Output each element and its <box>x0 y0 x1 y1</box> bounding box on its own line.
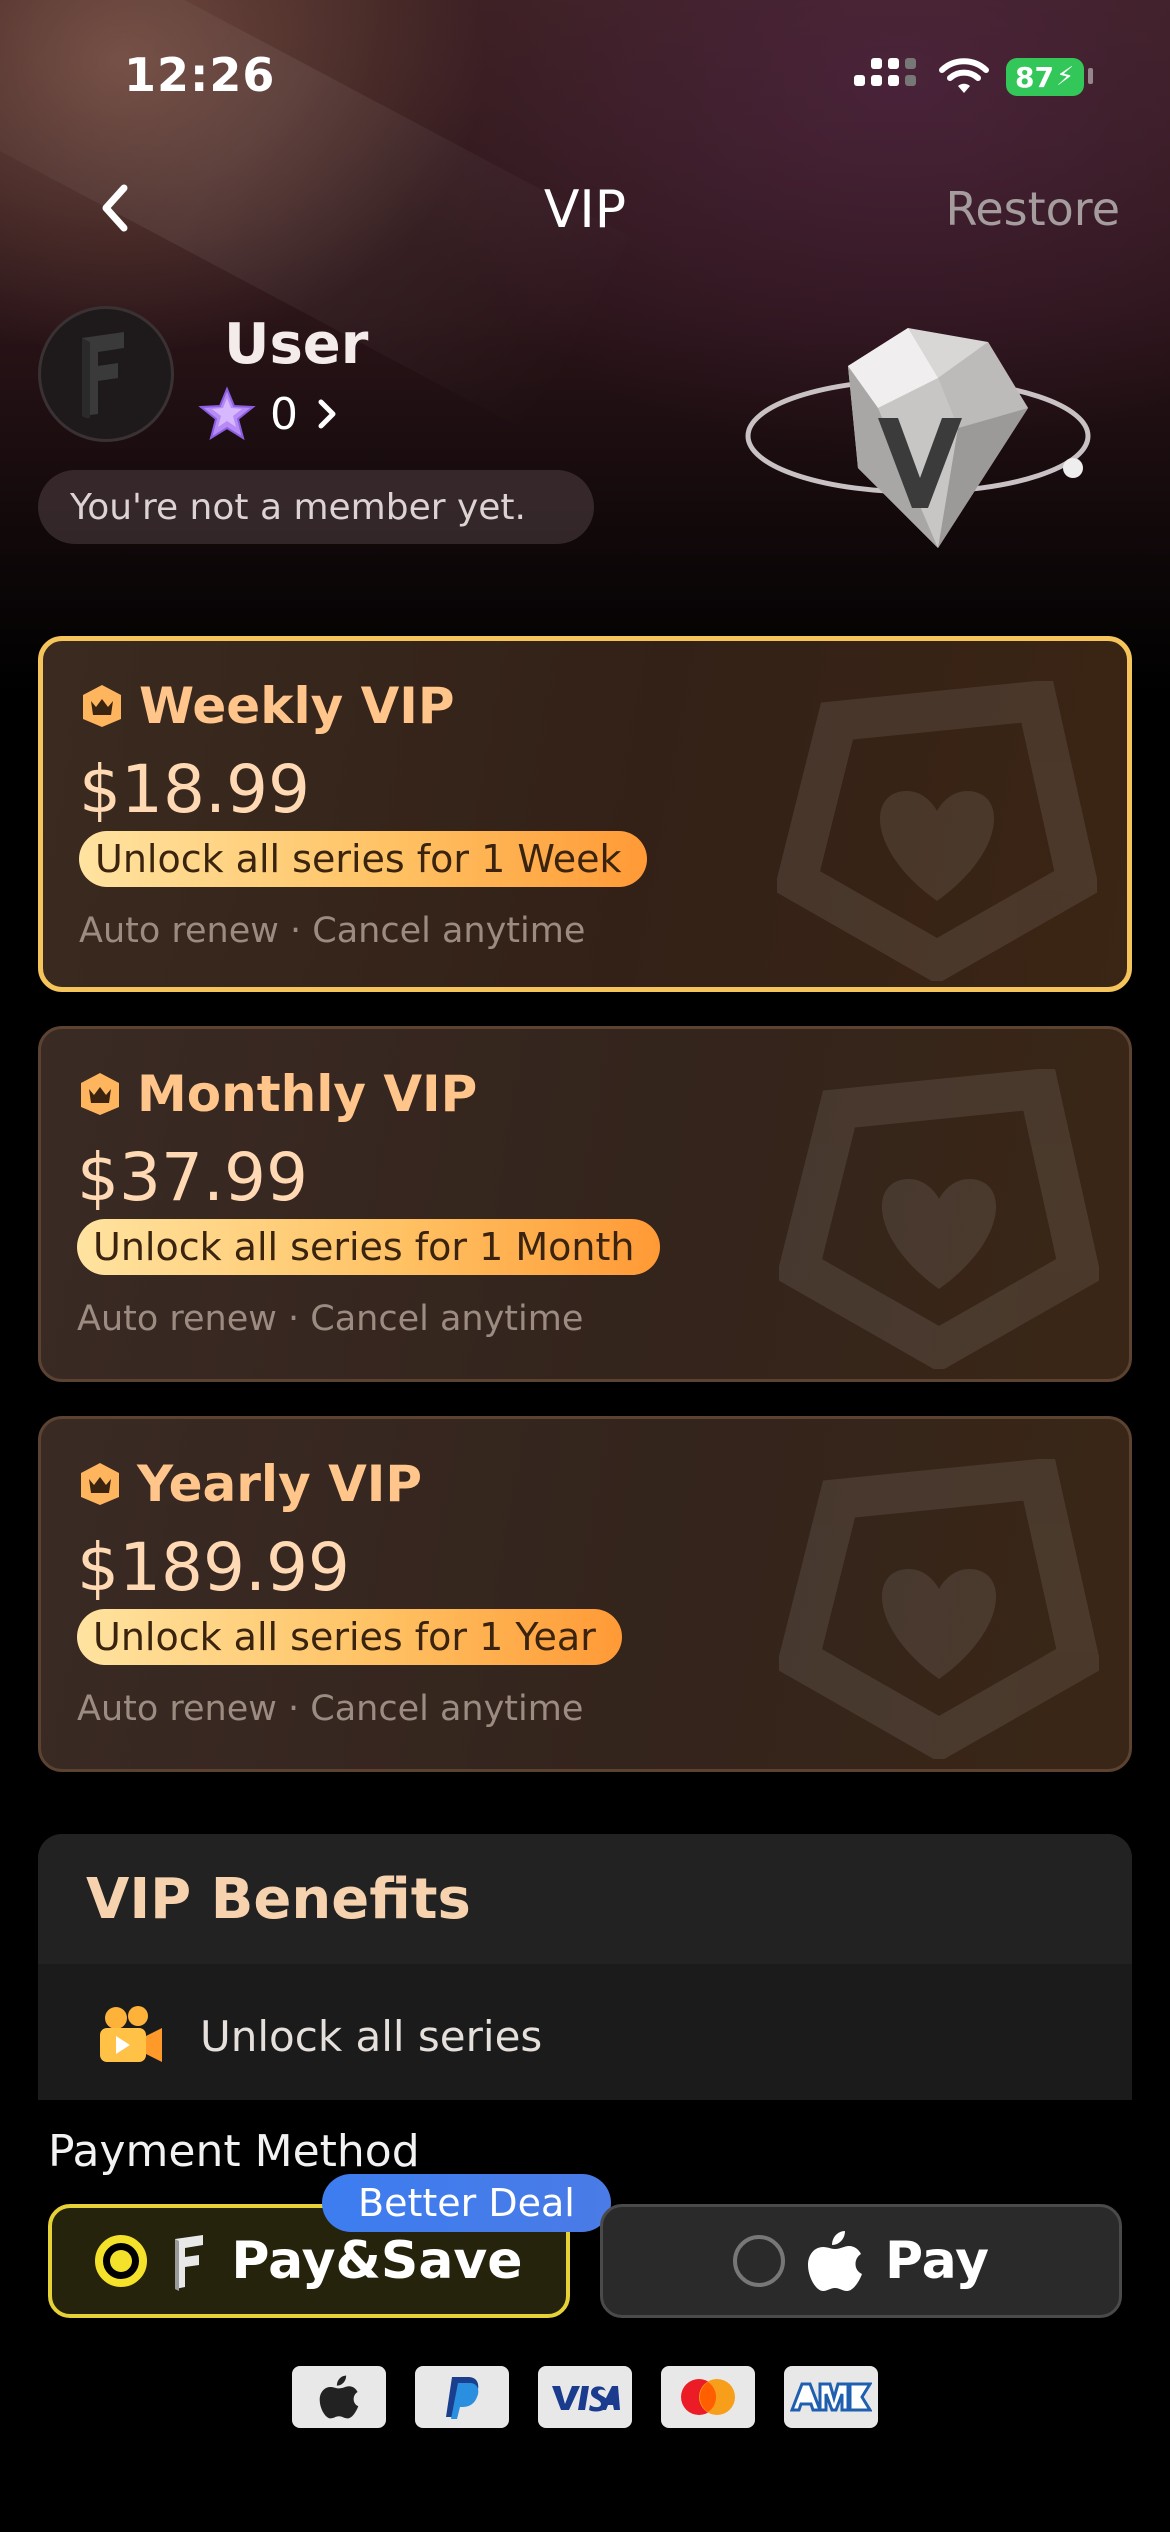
restore-button[interactable]: Restore <box>945 182 1120 236</box>
pay-and-save-label: Pay&Save <box>231 2231 523 2291</box>
apple-pay-label: Pay <box>884 2231 990 2291</box>
paypal-icon <box>415 2366 509 2428</box>
plan-benefit-pill: Unlock all series for 1 Month <box>77 1219 661 1275</box>
benefits-title: VIP Benefits <box>86 1866 471 1932</box>
mastercard-icon <box>661 2366 755 2428</box>
crown-badge-icon <box>83 685 121 727</box>
plan-name: Yearly VIP <box>137 1455 423 1513</box>
watermark-heart-icon <box>779 1459 1099 1759</box>
vip-benefits-section: VIP Benefits Unlock all series <box>38 1834 1132 2100</box>
plan-benefit-pill: Unlock all series for 1 Year <box>77 1609 622 1665</box>
plan-price: $18.99 <box>79 751 310 828</box>
chevron-right-icon <box>318 399 336 429</box>
payment-method-sheet: Payment Method Pay&Save Better Deal Pay <box>0 2100 1170 2532</box>
plan-price: $37.99 <box>77 1139 308 1216</box>
plan-card-weekly[interactable]: Weekly VIP $18.99 Unlock all series for … <box>38 636 1132 992</box>
coin-balance[interactable]: 0 <box>198 386 342 442</box>
plan-benefit-pill: Unlock all series for 1 Week <box>79 831 648 887</box>
better-deal-badge: Better Deal <box>322 2174 611 2232</box>
avatar[interactable] <box>38 306 174 442</box>
plan-price: $189.99 <box>77 1529 350 1606</box>
plan-header: Monthly VIP <box>77 1065 477 1123</box>
membership-status: You're not a member yet. <box>38 470 594 544</box>
cellular-signal-icon <box>854 58 916 86</box>
wifi-icon <box>939 58 989 93</box>
radio-unselected[interactable] <box>732 2235 785 2287</box>
battery-indicator: 87 ⚡ <box>1006 58 1084 96</box>
radio-selected[interactable] <box>95 2235 148 2287</box>
film-camera-icon <box>100 2006 162 2062</box>
benefit-label: Unlock all series <box>200 2011 543 2061</box>
plan-renew-note: Auto renew · Cancel anytime <box>77 1689 584 1729</box>
watermark-heart-icon <box>777 681 1097 981</box>
battery-level: 87 <box>1015 60 1054 94</box>
plan-name: Weekly VIP <box>139 677 455 735</box>
vip-diamond-icon <box>745 328 1091 548</box>
apple-icon <box>807 2231 862 2291</box>
apple-pay-icon <box>292 2366 386 2428</box>
amex-icon <box>784 2366 878 2428</box>
charging-bolt-icon: ⚡ <box>1055 62 1075 92</box>
visa-icon <box>538 2366 632 2428</box>
status-bar: 12:26 87 ⚡ <box>0 0 1170 150</box>
payment-method-label: Payment Method <box>48 2126 420 2177</box>
brand-logo-icon <box>175 2235 204 2291</box>
plan-header: Weekly VIP <box>79 677 455 735</box>
plan-renew-note: Auto renew · Cancel anytime <box>79 911 586 951</box>
watermark-heart-icon <box>779 1069 1099 1369</box>
plan-name: Monthly VIP <box>137 1065 478 1123</box>
plan-card-yearly[interactable]: Yearly VIP $189.99 Unlock all series for… <box>38 1416 1132 1772</box>
status-time: 12:26 <box>124 48 276 102</box>
plan-header: Yearly VIP <box>77 1455 422 1513</box>
brand-logo-icon <box>82 332 124 418</box>
benefits-header: VIP Benefits <box>38 1834 1132 1964</box>
battery-nub <box>1088 68 1093 84</box>
crown-badge-icon <box>81 1073 119 1115</box>
benefit-item: Unlock all series <box>94 2004 542 2068</box>
coin-count: 0 <box>270 388 298 440</box>
star-icon <box>198 386 256 441</box>
plan-renew-note: Auto renew · Cancel anytime <box>77 1299 584 1339</box>
username: User <box>224 312 369 377</box>
crown-badge-icon <box>81 1463 119 1505</box>
accepted-cards <box>292 2366 878 2428</box>
plan-card-monthly[interactable]: Monthly VIP $37.99 Unlock all series for… <box>38 1026 1132 1382</box>
apple-pay-option[interactable]: Pay <box>600 2204 1122 2318</box>
